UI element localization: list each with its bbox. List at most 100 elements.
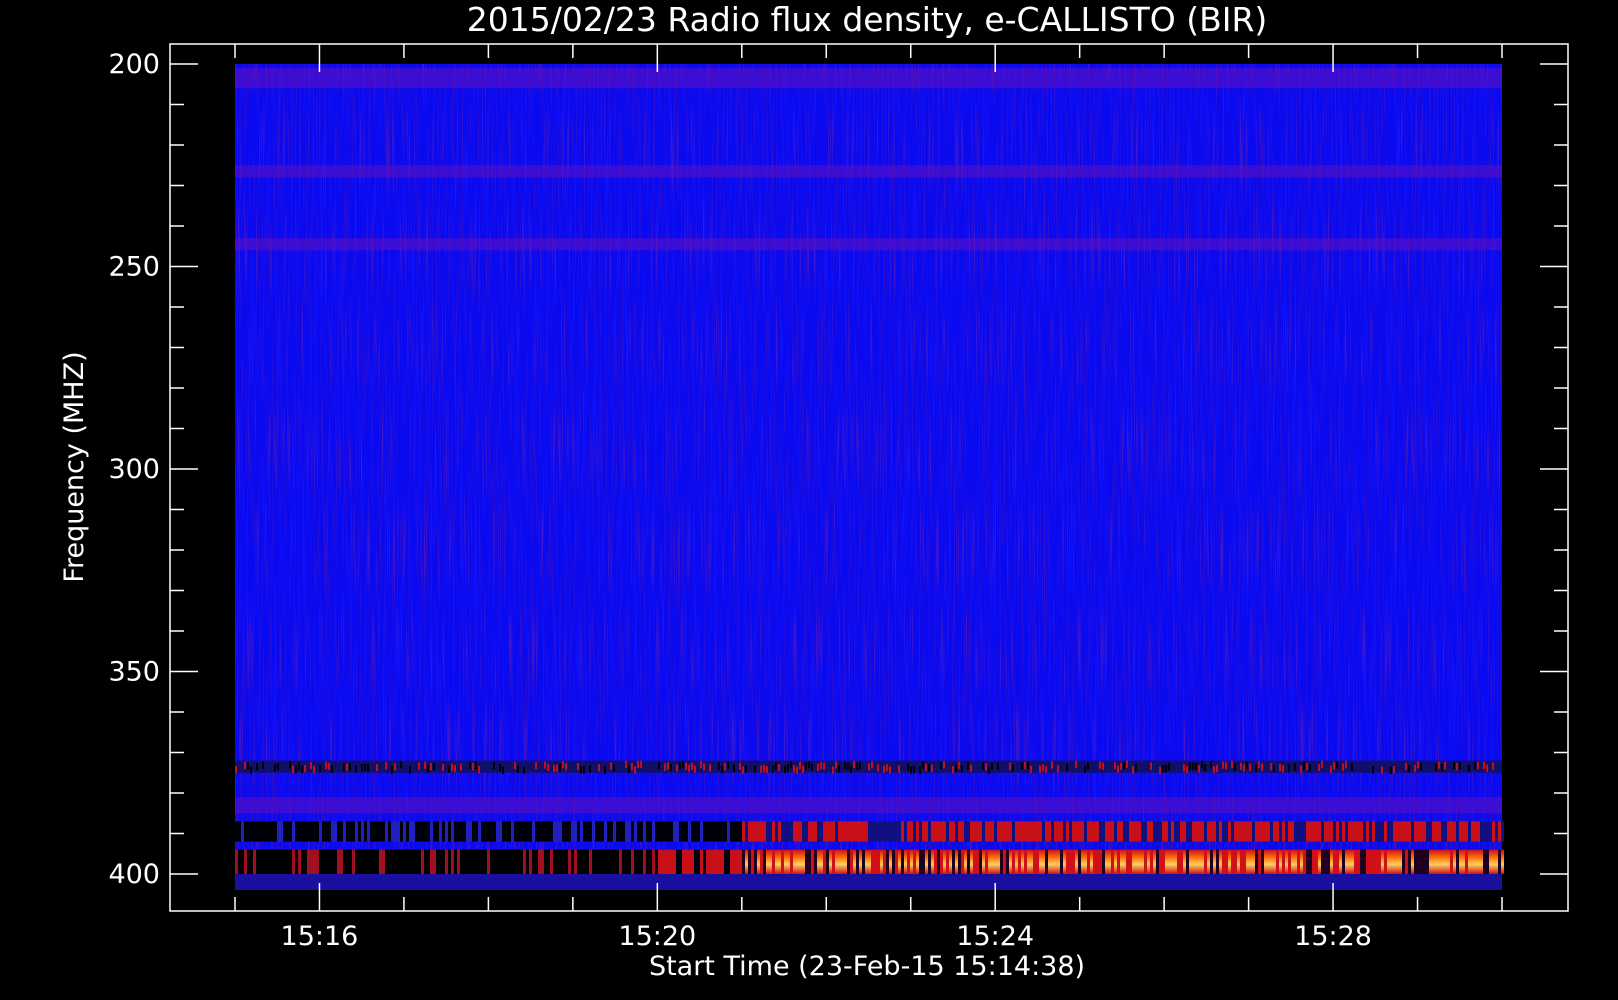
band-stripe xyxy=(1183,849,1186,874)
band-stripe xyxy=(259,849,262,874)
band-stripe xyxy=(1189,849,1192,874)
band-stripe xyxy=(616,821,619,842)
band-stripe xyxy=(553,764,555,773)
band-stripe xyxy=(502,766,504,774)
band-stripe xyxy=(547,763,549,771)
band-stripe xyxy=(1411,849,1414,874)
band-stripe xyxy=(556,849,559,874)
band-stripe xyxy=(652,849,655,874)
band-stripe xyxy=(724,762,726,771)
band-stripe xyxy=(982,762,984,770)
band-stripe xyxy=(931,849,934,874)
band-stripe xyxy=(427,821,430,842)
band-stripe xyxy=(1321,760,1323,769)
band-stripe xyxy=(499,821,502,842)
band-stripe xyxy=(1168,821,1171,842)
band-stripe xyxy=(1249,849,1252,874)
band-stripe xyxy=(1060,849,1063,874)
band-stripe xyxy=(1174,821,1177,842)
band-stripe xyxy=(667,849,670,874)
band-stripe xyxy=(631,762,633,771)
band-stripe xyxy=(754,849,757,874)
band-stripe xyxy=(517,821,520,842)
band-stripe xyxy=(565,821,568,842)
band-faint xyxy=(235,797,1502,814)
band-stripe xyxy=(1177,821,1180,842)
band-stripe xyxy=(292,765,294,774)
band-stripe xyxy=(859,821,862,842)
x-axis-label: Start Time (23-Feb-15 15:14:38) xyxy=(649,951,1085,982)
band-stripe xyxy=(427,765,429,773)
band-stripe xyxy=(1276,821,1279,842)
band-stripe xyxy=(559,764,561,772)
band-stripe xyxy=(370,821,373,842)
band-stripe xyxy=(733,764,735,772)
band-stripe xyxy=(778,849,781,874)
band-stripe xyxy=(1255,821,1258,842)
band-stripe xyxy=(808,849,811,874)
band-stripe xyxy=(1363,821,1366,842)
band-stripe xyxy=(1459,821,1462,842)
band-stripe xyxy=(1330,849,1333,874)
band-stripe xyxy=(1339,821,1342,842)
band-stripe xyxy=(499,849,502,874)
band-stripe xyxy=(1375,849,1378,874)
band-stripe xyxy=(730,821,733,842)
band-stripe xyxy=(448,765,450,773)
band-stripe xyxy=(1354,821,1357,842)
band-stripe xyxy=(898,849,901,874)
band-stripe xyxy=(1489,821,1492,842)
band-stripe xyxy=(820,761,822,770)
band-stripe xyxy=(595,821,598,842)
band-stripe xyxy=(916,821,919,842)
band-stripe xyxy=(1468,849,1471,874)
band-stripe xyxy=(1216,849,1219,874)
band-stripe xyxy=(721,849,724,874)
band-stripe xyxy=(253,849,256,874)
band-stripe xyxy=(460,849,463,874)
band-stripe xyxy=(1024,821,1027,842)
band-stripe xyxy=(736,821,739,842)
band-stripe xyxy=(334,821,337,842)
band-stripe xyxy=(1192,762,1194,770)
band-stripe xyxy=(1153,849,1156,874)
band-stripe xyxy=(1267,821,1270,842)
band-stripe xyxy=(1099,821,1102,842)
band-stripe xyxy=(490,849,493,874)
band-stripe xyxy=(835,849,838,874)
band-stripe xyxy=(1027,821,1030,842)
band-stripe xyxy=(547,821,550,842)
band-stripe xyxy=(925,849,928,874)
band-stripe xyxy=(625,760,627,768)
band-stripe xyxy=(805,821,808,842)
band-stripe xyxy=(1189,821,1192,842)
band-stripe xyxy=(847,762,849,771)
band-stripe xyxy=(1138,849,1141,874)
band-stripe xyxy=(295,765,297,773)
band-stripe xyxy=(853,760,855,768)
band-stripe xyxy=(1024,849,1027,874)
band-stripe xyxy=(340,849,343,874)
band-stripe xyxy=(1018,821,1021,842)
band-stripe xyxy=(460,821,463,842)
band-stripe xyxy=(316,821,319,842)
band-stripe xyxy=(361,821,364,842)
band-stripe xyxy=(967,821,970,842)
band-stripe xyxy=(1486,849,1489,874)
band-stripe xyxy=(1417,761,1419,769)
band-stripe xyxy=(1306,821,1309,842)
band-stripe xyxy=(679,849,682,874)
band-stripe xyxy=(508,849,511,874)
band-stripe xyxy=(289,821,292,842)
band-stripe xyxy=(1231,760,1233,768)
band-stripe xyxy=(1495,821,1498,842)
band-stripe xyxy=(796,849,799,874)
band-stripe xyxy=(1342,849,1345,874)
band-stripe xyxy=(448,849,451,874)
band-stripe xyxy=(808,761,810,769)
band-stripe xyxy=(976,849,979,874)
band-stripe xyxy=(1393,849,1396,874)
band-stripe xyxy=(391,821,394,842)
band-stripe xyxy=(541,849,544,874)
band-stripe xyxy=(259,821,262,842)
